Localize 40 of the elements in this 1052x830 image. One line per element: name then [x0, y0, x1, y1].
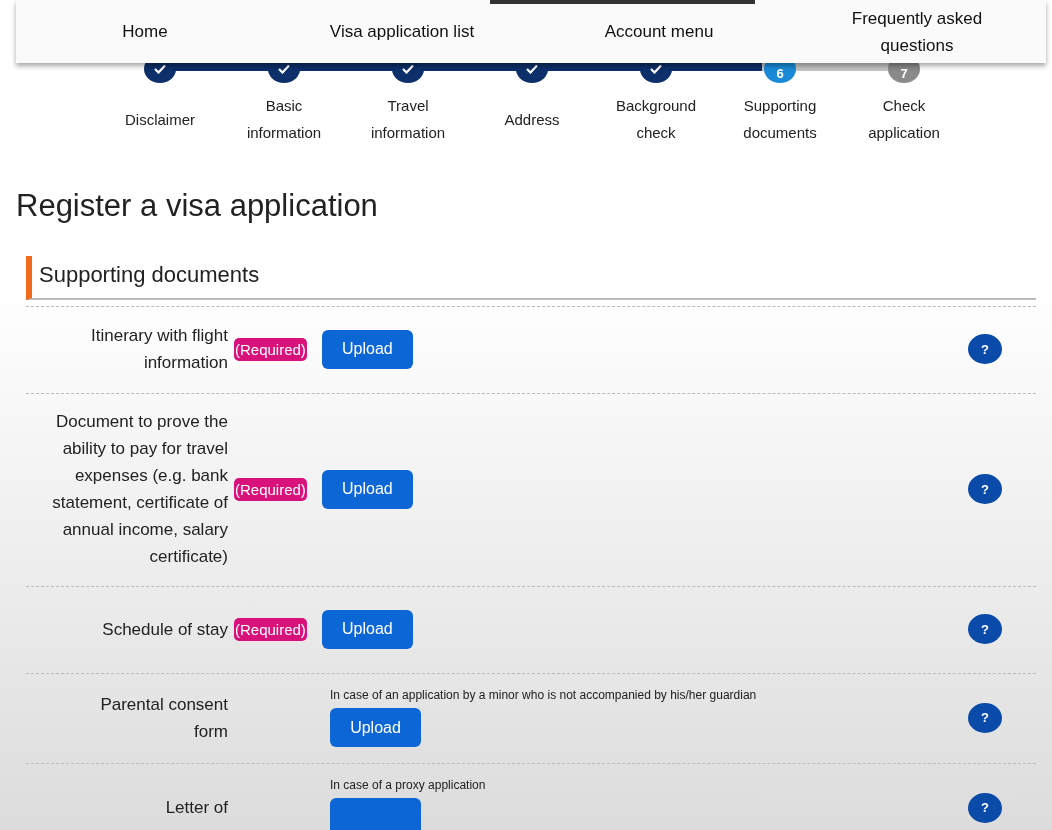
document-note: In case of an application by a minor who is not accompanied by his/her guardian — [330, 688, 757, 702]
upload-button[interactable]: Upload — [330, 708, 421, 747]
step-label: Address — [504, 109, 560, 130]
step-label: Check application — [867, 96, 941, 143]
section-title: Supporting documents — [39, 262, 260, 287]
document-label: Itinerary with flight information — [90, 325, 228, 374]
check-icon — [402, 64, 414, 74]
help-button[interactable]: ? — [968, 792, 1002, 823]
help-button[interactable]: ? — [968, 614, 1002, 644]
step-number: 6 — [776, 64, 784, 81]
help-button[interactable]: ? — [968, 702, 1002, 733]
document-label: Letter of — [164, 797, 228, 819]
check-icon — [154, 64, 166, 74]
document-label: Parental consent form — [99, 693, 228, 743]
upload-button[interactable]: Upload — [321, 609, 413, 649]
page-title: Register a visa application — [16, 188, 379, 224]
help-button[interactable]: ? — [968, 474, 1002, 504]
step-label: Basic information — [245, 96, 323, 143]
check-icon — [526, 64, 538, 74]
nav-link[interactable]: Home — [122, 18, 168, 45]
upload-button[interactable] — [330, 798, 421, 830]
required-badge: (Required) — [234, 477, 307, 501]
upload-button[interactable]: Upload — [321, 469, 413, 509]
nav-link[interactable]: Frequently asked questions — [842, 4, 992, 59]
step-number: 7 — [900, 64, 908, 81]
step-label: Supporting documents — [742, 96, 818, 143]
upload-button[interactable]: Upload — [321, 329, 413, 369]
step-label: Background check — [614, 96, 698, 143]
required-badge: (Required) — [234, 617, 307, 641]
document-label: Document to prove the ability to pay for travel expenses (e.g. bank statement, certificate of annual income, salary certificate) — [51, 411, 228, 568]
document-label: Schedule of stay — [101, 618, 228, 641]
nav-link[interactable]: Account menu — [604, 18, 714, 45]
step-label: Travel information — [369, 96, 447, 143]
check-icon — [650, 64, 662, 74]
step-label: Disclaimer — [125, 109, 195, 130]
nav-link[interactable]: Visa application list — [329, 18, 475, 45]
document-note: In case of a proxy application — [330, 778, 486, 792]
check-icon — [278, 64, 290, 74]
help-button[interactable]: ? — [968, 334, 1002, 364]
required-badge: (Required) — [234, 337, 307, 361]
